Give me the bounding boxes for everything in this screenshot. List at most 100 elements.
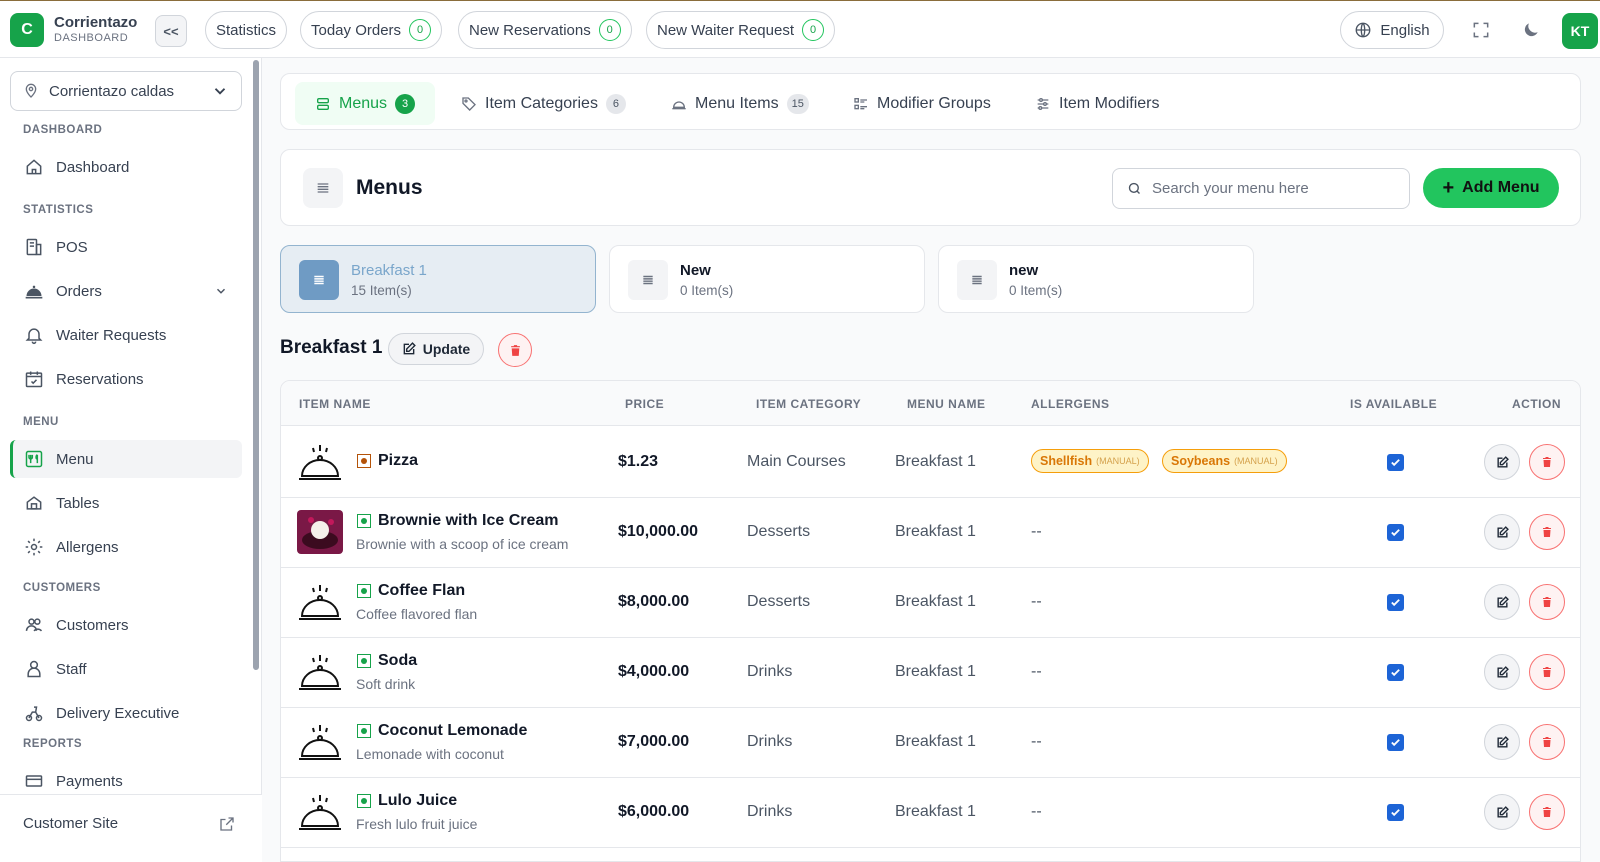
- location-pin-icon: [25, 83, 37, 98]
- menu-card-new-2[interactable]: new 0 Item(s): [938, 245, 1254, 313]
- sidebar-item-customers[interactable]: Customers: [10, 606, 242, 644]
- item-price: $10,000.00: [618, 523, 699, 540]
- delete-item-button[interactable]: [1529, 654, 1565, 690]
- customer-site-link[interactable]: Customer Site: [23, 815, 118, 832]
- item-category: Drinks: [747, 663, 793, 680]
- menu-lines-icon: [299, 260, 339, 300]
- menu-card-name: new: [1009, 262, 1039, 279]
- menu-lines-icon: [303, 168, 343, 208]
- dark-mode-icon[interactable]: [1520, 19, 1542, 41]
- top-bar: C Corrientazo DASHBOARD << Statistics To…: [0, 0, 1600, 58]
- edit-item-button[interactable]: [1484, 584, 1520, 620]
- calendar-icon: [25, 371, 43, 388]
- allergens-empty: --: [1031, 523, 1042, 540]
- today-orders-button[interactable]: Today Orders 0: [300, 11, 443, 49]
- available-checkbox[interactable]: [1387, 594, 1404, 611]
- edit-icon: [1496, 525, 1509, 538]
- tab-label: Menu Items: [695, 94, 779, 112]
- sidebar-item-menu[interactable]: Menu: [10, 440, 242, 478]
- tab-label: Item Categories: [485, 94, 598, 112]
- available-checkbox[interactable]: [1387, 734, 1404, 751]
- item-description: Soft drink: [356, 676, 416, 692]
- user-avatar[interactable]: KT: [1562, 13, 1598, 49]
- column-header: PRICE: [625, 397, 665, 411]
- sidebar-item-staff[interactable]: Staff: [10, 650, 242, 688]
- check-icon: [1391, 599, 1400, 607]
- page-title: Menus: [356, 176, 423, 199]
- section-reports: REPORTS: [23, 738, 83, 750]
- available-checkbox[interactable]: [1387, 664, 1404, 681]
- globe-icon: [1355, 22, 1371, 38]
- tab-label: Modifier Groups: [877, 94, 991, 112]
- item-menu-name: Breakfast 1: [895, 663, 976, 680]
- new-reservations-button[interactable]: New Reservations 0: [458, 11, 632, 49]
- table-row: Coffee Flan Coffee flavored flan $8,000.…: [281, 566, 1580, 638]
- sidebar-item-delivery-executive[interactable]: Delivery Executive: [10, 694, 242, 732]
- sidebar-item-allergens[interactable]: Allergens: [10, 528, 242, 566]
- item-name: Coffee Flan: [378, 582, 466, 599]
- menu-card-name: New: [680, 262, 711, 279]
- column-header: ACTION: [1512, 397, 1561, 411]
- branch-selector[interactable]: Corrientazo caldas: [10, 71, 242, 111]
- collapse-sidebar-button[interactable]: <<: [155, 15, 187, 47]
- trash-icon: [510, 344, 520, 356]
- statistics-button[interactable]: Statistics: [205, 11, 288, 49]
- search-box: [1112, 168, 1410, 209]
- search-input[interactable]: [1152, 180, 1392, 197]
- update-menu-button[interactable]: Update: [388, 333, 484, 365]
- section-customers: CUSTOMERS: [23, 582, 101, 594]
- new-waiter-request-count: 0: [802, 19, 824, 41]
- table-row: Pizza $1.23 Main Courses Breakfast 1 She…: [281, 426, 1580, 498]
- veg-indicator-icon: [357, 454, 371, 468]
- sidebar-item-pos[interactable]: POS: [10, 228, 242, 266]
- delete-item-button[interactable]: [1529, 794, 1565, 830]
- edit-item-button[interactable]: [1484, 654, 1520, 690]
- sidebar-item-tables[interactable]: Tables: [10, 484, 242, 522]
- tables-icon: [26, 496, 42, 510]
- delete-item-button[interactable]: [1529, 514, 1565, 550]
- edit-item-button[interactable]: [1484, 794, 1520, 830]
- sidebar-item-reservations[interactable]: Reservations: [10, 360, 242, 398]
- add-menu-button[interactable]: + Add Menu: [1423, 168, 1559, 208]
- menu-card-breakfast-1[interactable]: Breakfast 1 15 Item(s): [280, 245, 596, 313]
- delete-item-button[interactable]: [1529, 444, 1565, 480]
- external-link-icon[interactable]: [218, 815, 236, 833]
- pos-icon: [26, 238, 42, 256]
- sidebar-item-dashboard[interactable]: Dashboard: [10, 148, 242, 186]
- fullscreen-icon[interactable]: [1470, 19, 1492, 41]
- language-selector[interactable]: English: [1340, 11, 1444, 49]
- page-header: Menus + Add Menu: [280, 149, 1581, 226]
- edit-item-button[interactable]: [1484, 724, 1520, 760]
- new-waiter-request-button[interactable]: New Waiter Request 0: [646, 11, 835, 49]
- delete-item-button[interactable]: [1529, 724, 1565, 760]
- tab-modifier-groups[interactable]: Modifier Groups: [833, 82, 1011, 125]
- delete-menu-button[interactable]: [498, 333, 532, 367]
- cloche-icon: [25, 285, 43, 299]
- sidebar-scrollbar[interactable]: [253, 60, 259, 670]
- available-checkbox[interactable]: [1387, 454, 1404, 471]
- delete-item-button[interactable]: [1529, 584, 1565, 620]
- allergen-tag: (MANUAL): [1096, 456, 1140, 466]
- app-logo[interactable]: C: [10, 13, 44, 47]
- search-icon: [1128, 182, 1140, 194]
- available-checkbox[interactable]: [1387, 524, 1404, 541]
- home-icon: [26, 159, 42, 175]
- column-header: ALLERGENS: [1031, 397, 1110, 411]
- sidebar-item-label: POS: [56, 238, 88, 256]
- new-reservations-label: New Reservations: [469, 21, 591, 39]
- menu-card-count: 0 Item(s): [1009, 283, 1063, 298]
- sidebar-item-orders[interactable]: Orders: [10, 272, 242, 310]
- allergens-empty: --: [1031, 803, 1042, 820]
- trash-icon: [1543, 737, 1551, 747]
- available-checkbox[interactable]: [1387, 804, 1404, 821]
- edit-icon: [1496, 805, 1509, 818]
- tab-menu-items[interactable]: Menu Items 15: [651, 82, 829, 125]
- menu-card-new[interactable]: New 0 Item(s): [609, 245, 925, 313]
- tab-menus[interactable]: Menus 3: [295, 82, 436, 125]
- sidebar-item-waiter-requests[interactable]: Waiter Requests: [10, 316, 242, 354]
- edit-item-button[interactable]: [1484, 444, 1520, 480]
- edit-item-button[interactable]: [1484, 514, 1520, 550]
- new-waiter-request-label: New Waiter Request: [657, 21, 794, 39]
- tab-item-categories[interactable]: Item Categories 6: [441, 82, 646, 125]
- tab-item-modifiers[interactable]: Item Modifiers: [1015, 82, 1179, 125]
